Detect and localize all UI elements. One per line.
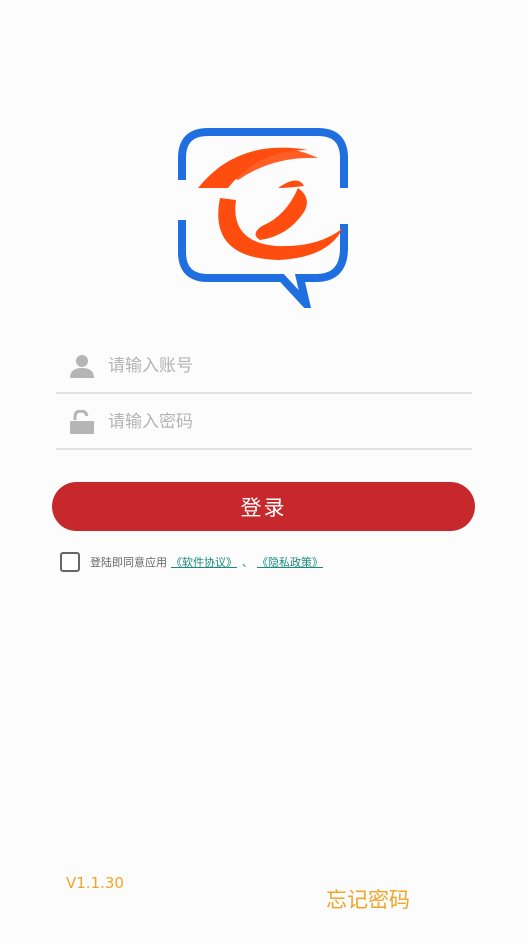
agreement-text: 登陆即同意应用: [90, 556, 167, 569]
agreement-separator: 、: [242, 556, 253, 569]
unlock-icon: [68, 408, 96, 436]
agreement-row: 登陆即同意应用 《软件协议》 、 《隐私政策》: [60, 552, 323, 572]
software-agreement-link[interactable]: 《软件协议》: [171, 554, 237, 570]
password-field[interactable]: [56, 396, 472, 450]
account-input[interactable]: [106, 355, 472, 377]
password-input[interactable]: [106, 411, 472, 433]
user-icon: [68, 352, 96, 380]
privacy-policy-link[interactable]: 《隐私政策》: [257, 554, 323, 570]
app-version: V1.1.30: [66, 874, 124, 892]
agreement-checkbox[interactable]: [60, 552, 80, 572]
app-logo: [178, 128, 348, 308]
login-button[interactable]: 登录: [52, 482, 475, 531]
forgot-password-link[interactable]: 忘记密码: [326, 884, 410, 914]
account-field[interactable]: [56, 340, 472, 394]
